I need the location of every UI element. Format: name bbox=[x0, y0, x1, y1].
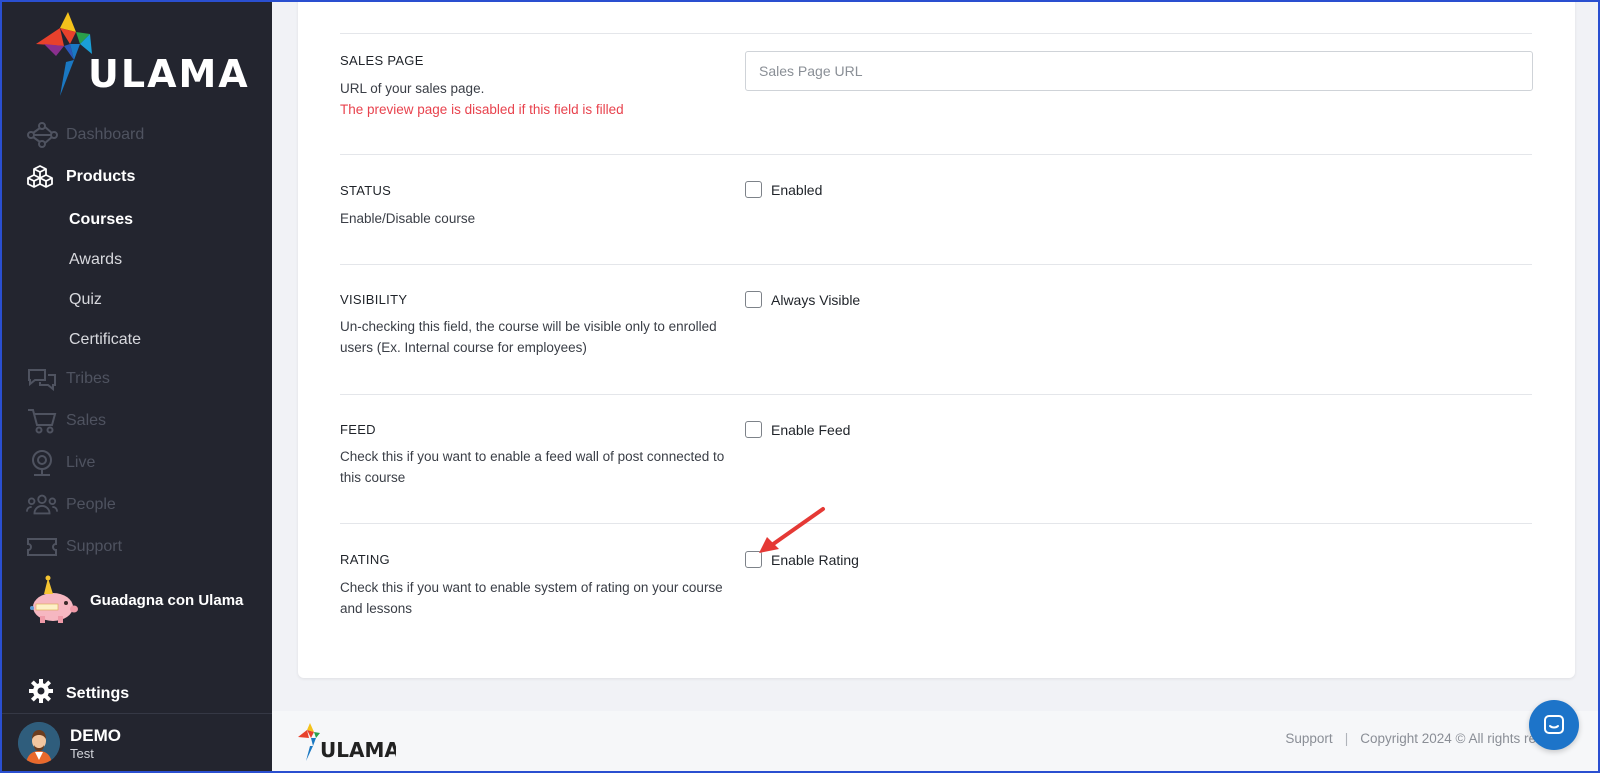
sidebar-item-label: Tribes bbox=[66, 370, 110, 387]
sidebar-item-label: Products bbox=[66, 168, 136, 185]
checkbox-box[interactable] bbox=[745, 291, 762, 308]
cart-icon bbox=[26, 406, 58, 436]
sidebar: ULAMA Dashboard Products Courses Awards … bbox=[0, 0, 272, 773]
chat-icon bbox=[1544, 715, 1564, 734]
visibility-description: Un-checking this field, the course will … bbox=[340, 319, 717, 355]
feed-title: FEED bbox=[340, 422, 376, 437]
row-divider bbox=[340, 264, 1532, 265]
sidebar-item-live[interactable]: Live bbox=[26, 448, 95, 478]
promo-link[interactable]: Guadagna con Ulama bbox=[26, 574, 243, 626]
feed-enable-checkbox[interactable]: Enable Feed bbox=[745, 421, 850, 438]
visibility-title: VISIBILITY bbox=[340, 292, 408, 307]
sidebar-item-label: Dashboard bbox=[66, 126, 145, 143]
row-divider bbox=[340, 394, 1532, 395]
feed-description: Check this if you want to enable a feed … bbox=[340, 449, 725, 485]
sidebar-item-products[interactable]: Products bbox=[26, 162, 135, 192]
user-name: DEMO bbox=[70, 725, 121, 745]
checkbox-label: Enable Feed bbox=[771, 421, 851, 438]
sidebar-item-label: Live bbox=[66, 454, 96, 471]
sales-page-title: SALES PAGE bbox=[340, 53, 424, 68]
user-profile[interactable]: DEMO Test bbox=[18, 722, 121, 764]
sidebar-item-label: Sales bbox=[66, 412, 107, 429]
sidebar-item-support[interactable]: Support bbox=[26, 532, 122, 562]
footer-logo[interactable]: ULAMA bbox=[296, 721, 400, 768]
piggy-bank-icon bbox=[30, 575, 78, 623]
sidebar-subitem-quiz[interactable]: Quiz bbox=[69, 291, 102, 309]
people-icon bbox=[26, 490, 58, 520]
brand-name: ULAMA bbox=[88, 52, 250, 96]
sidebar-item-label: Support bbox=[66, 538, 123, 555]
sales-page-warning: The preview page is disabled if this fie… bbox=[340, 102, 624, 117]
sidebar-item-label: People bbox=[66, 496, 116, 513]
svg-text:ULAMA: ULAMA bbox=[320, 738, 396, 762]
sidebar-subitem-awards[interactable]: Awards bbox=[69, 251, 122, 269]
sidebar-item-dashboard[interactable]: Dashboard bbox=[26, 120, 144, 150]
user-subtitle: Test bbox=[70, 745, 94, 761]
promo-label: Guadagna con Ulama bbox=[90, 591, 244, 609]
row-divider bbox=[340, 154, 1532, 155]
checkbox-box[interactable] bbox=[745, 181, 762, 198]
cubes-icon bbox=[26, 162, 58, 192]
footer-separator: | bbox=[1344, 731, 1349, 746]
settings-label: Settings bbox=[66, 684, 130, 702]
rating-description: Check this if you want to enable system … bbox=[340, 580, 723, 616]
chat-launcher-button[interactable] bbox=[1529, 700, 1579, 750]
row-divider bbox=[340, 33, 1532, 34]
status-description: Enable/Disable course bbox=[340, 211, 476, 226]
chat-bubbles-icon bbox=[26, 364, 58, 394]
user-divider bbox=[0, 713, 272, 714]
sales-page-url-input[interactable] bbox=[745, 51, 1533, 91]
footer-copyright: Copyright 2024 © All rights re bbox=[1360, 731, 1536, 746]
webcam-icon bbox=[26, 448, 58, 478]
annotation-arrow-icon bbox=[759, 507, 825, 553]
network-icon bbox=[26, 120, 58, 150]
sidebar-subitem-certificate[interactable]: Certificate bbox=[69, 331, 141, 349]
footer: ULAMA Support | Copyright 2024 © All rig… bbox=[272, 711, 1600, 773]
ticket-icon bbox=[26, 532, 58, 562]
footer-support-link[interactable]: Support bbox=[1285, 731, 1332, 746]
sidebar-item-tribes[interactable]: Tribes bbox=[26, 364, 110, 394]
status-title: STATUS bbox=[340, 183, 392, 198]
checkbox-box[interactable] bbox=[745, 421, 762, 438]
checkbox-label: Enabled bbox=[771, 181, 823, 198]
rating-title: RATING bbox=[340, 552, 390, 567]
sidebar-subitem-courses[interactable]: Courses bbox=[69, 211, 133, 229]
avatar bbox=[18, 722, 60, 764]
visibility-always-visible-checkbox[interactable]: Always Visible bbox=[745, 291, 860, 308]
row-divider bbox=[340, 523, 1532, 524]
gear-icon bbox=[28, 678, 54, 709]
sidebar-item-sales[interactable]: Sales bbox=[26, 406, 106, 436]
sidebar-item-settings[interactable]: Settings bbox=[28, 678, 129, 709]
sales-page-description: URL of your sales page. bbox=[340, 81, 485, 96]
ulama-logo-icon: ULAMA bbox=[298, 723, 400, 762]
status-enabled-checkbox[interactable]: Enabled bbox=[745, 181, 822, 198]
ulama-logo[interactable]: ULAMA bbox=[34, 10, 248, 100]
sidebar-item-people[interactable]: People bbox=[26, 490, 116, 520]
checkbox-label: Always Visible bbox=[771, 291, 861, 308]
